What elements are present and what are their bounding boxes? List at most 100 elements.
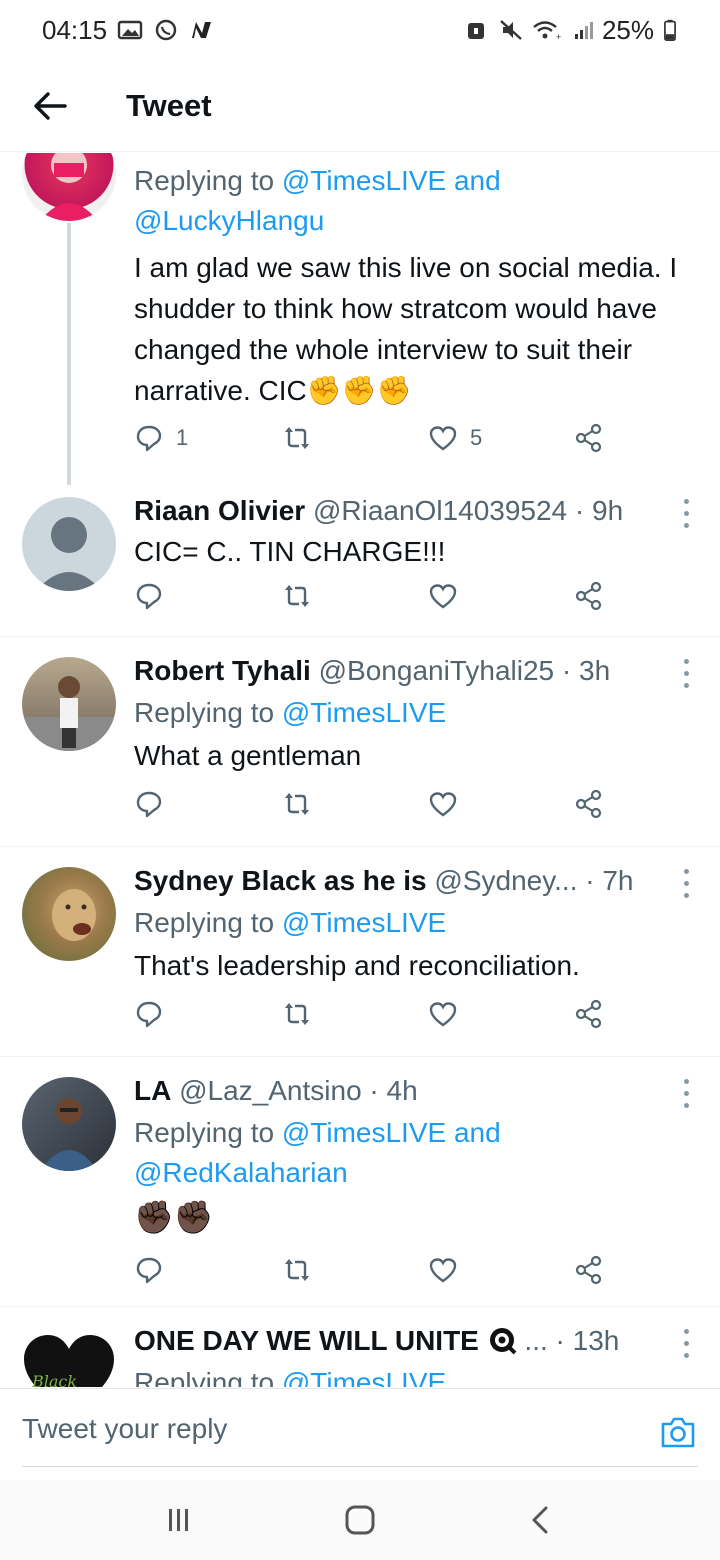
tweet-actions — [134, 789, 614, 829]
more-options-button[interactable] — [676, 495, 696, 531]
tweet-actions: 1 5 — [134, 423, 614, 463]
camera-icon[interactable] — [660, 1415, 696, 1449]
reply-input[interactable] — [22, 1403, 642, 1455]
heart-icon — [429, 1258, 457, 1283]
mute-icon — [500, 20, 522, 40]
more-options-button[interactable] — [676, 655, 696, 691]
user-name[interactable]: ONE DAY WE WILL UNITE — [134, 1325, 479, 1356]
heart-icon — [429, 1002, 457, 1027]
user-handle[interactable]: @Sydney... — [434, 865, 577, 896]
share-button[interactable] — [574, 789, 604, 819]
tweet-meta: ONE DAY WE WILL UNITE ... · 13h — [134, 1325, 620, 1356]
comment-icon — [136, 1001, 162, 1028]
tweet-time: 7h — [602, 865, 634, 896]
heart-icon — [429, 792, 457, 817]
mention-link[interactable]: @TimesLIVE — [282, 697, 446, 728]
user-name[interactable]: LA — [134, 1075, 171, 1106]
user-handle[interactable]: @RiaanOl14039524 — [313, 495, 567, 526]
comment-icon — [136, 1257, 162, 1284]
share-icon — [575, 423, 602, 453]
user-name[interactable]: Robert Tyhali — [134, 655, 311, 686]
tweet-item[interactable]: Sydney Black as he is @Sydney... · 7h Re… — [0, 847, 720, 1057]
reply-composer — [0, 1388, 720, 1468]
user-name[interactable]: Riaan Olivier — [134, 495, 305, 526]
reply-button[interactable] — [134, 789, 164, 819]
avatar[interactable]: Black — [22, 1329, 116, 1387]
tweet-text: I am glad we saw this live on social med… — [134, 252, 678, 406]
user-handle[interactable]: ... — [524, 1325, 547, 1356]
home-icon[interactable] — [343, 1503, 377, 1537]
retweet-button[interactable] — [282, 789, 312, 819]
like-button[interactable] — [428, 1255, 458, 1285]
back-nav-icon[interactable] — [526, 1505, 556, 1535]
more-options-button[interactable] — [676, 1075, 696, 1111]
heart-icon — [429, 584, 457, 609]
tweet-item[interactable]: Replying to @TimesLIVE and @LuckyHlangu … — [0, 153, 720, 485]
share-button[interactable] — [574, 581, 604, 611]
tweet-text: CIC= C.. TIN CHARGE!!! — [134, 536, 446, 567]
tweet-meta: Sydney Black as he is @Sydney... · 7h — [134, 865, 634, 896]
share-button[interactable] — [574, 423, 604, 453]
mention-link[interactable]: @TimesLIVE — [282, 165, 446, 196]
comment-icon — [136, 791, 162, 818]
mention-link[interactable]: @TimesLIVE — [282, 907, 446, 938]
tweet-item[interactable]: Black ONE DAY WE WILL UNITE ... · 13h Re… — [0, 1307, 720, 1387]
avatar[interactable] — [22, 657, 116, 751]
avatar[interactable] — [22, 497, 116, 591]
replying-to: Replying to @TimesLIVE — [134, 907, 447, 938]
signal-icon — [574, 22, 593, 39]
thread-line — [67, 223, 71, 485]
back-button[interactable] — [0, 60, 100, 152]
tweet-item[interactable]: Riaan Olivier @RiaanOl14039524 · 9h CIC=… — [0, 485, 720, 637]
mention-link[interactable]: @RedKalaharian — [134, 1157, 348, 1188]
like-button[interactable] — [428, 581, 458, 611]
user-handle[interactable]: @BonganiTyhali25 — [319, 655, 554, 686]
avatar[interactable] — [22, 1077, 116, 1171]
more-options-button[interactable] — [676, 1325, 696, 1361]
svg-text:Black: Black — [31, 1372, 77, 1387]
n-app-icon — [192, 22, 212, 38]
like-button[interactable] — [428, 999, 458, 1029]
mention-link[interactable]: @TimesLIVE — [282, 1117, 446, 1148]
gallery-icon — [117, 20, 143, 40]
replying-to: Replying to @TimesLIVE and @LuckyHlangu — [134, 165, 501, 236]
recent-apps-icon[interactable] — [164, 1505, 194, 1535]
reply-button[interactable] — [134, 581, 164, 611]
user-handle[interactable]: @Laz_Antsino — [179, 1075, 362, 1106]
reply-button[interactable] — [134, 999, 164, 1029]
retweet-button[interactable] — [282, 581, 312, 611]
reply-button[interactable] — [134, 1255, 164, 1285]
replies-feed[interactable]: Replying to @TimesLIVE and @LuckyHlangu … — [0, 153, 720, 1387]
wifi-icon: + — [533, 21, 561, 41]
mention-link[interactable]: @TimesLIVE — [282, 1367, 446, 1387]
share-icon — [575, 581, 602, 611]
like-button[interactable] — [428, 789, 458, 819]
tweet-item[interactable]: LA @Laz_Antsino · 4h Replying to @TimesL… — [0, 1057, 720, 1307]
status-bar: 04:15 + 25% — [0, 0, 720, 60]
share-button[interactable] — [574, 1255, 604, 1285]
retweet-button[interactable] — [282, 999, 312, 1029]
battery-percent: 25% — [601, 14, 654, 45]
user-name[interactable]: Sydney Black as he is — [134, 865, 427, 896]
user-photo-icon — [40, 153, 98, 221]
share-icon — [575, 789, 602, 819]
eye-in-speech-bubble-icon — [489, 1328, 517, 1355]
tweet-item[interactable]: Robert Tyhali @BonganiTyhali25 · 3h Repl… — [0, 637, 720, 847]
retweet-icon — [285, 585, 309, 607]
avatar[interactable] — [22, 153, 116, 221]
more-options-button[interactable] — [676, 865, 696, 901]
retweet-icon — [285, 1259, 309, 1281]
tweet-actions — [134, 999, 614, 1039]
tweet-time: 3h — [579, 655, 611, 686]
like-button[interactable]: 5 — [428, 423, 482, 453]
tweet-actions — [134, 1255, 614, 1295]
tweet-meta: Robert Tyhali @BonganiTyhali25 · 3h — [134, 655, 611, 686]
replying-to: Replying to @TimesLIVE and @RedKalaharia… — [134, 1117, 501, 1188]
retweet-button[interactable] — [282, 1255, 312, 1285]
reply-button[interactable]: 1 — [134, 423, 188, 453]
retweet-button[interactable] — [282, 423, 312, 453]
mention-link[interactable]: @LuckyHlangu — [134, 205, 324, 236]
tweet-meta: LA @Laz_Antsino · 4h — [134, 1075, 418, 1106]
avatar[interactable] — [22, 867, 116, 961]
share-button[interactable] — [574, 999, 604, 1029]
